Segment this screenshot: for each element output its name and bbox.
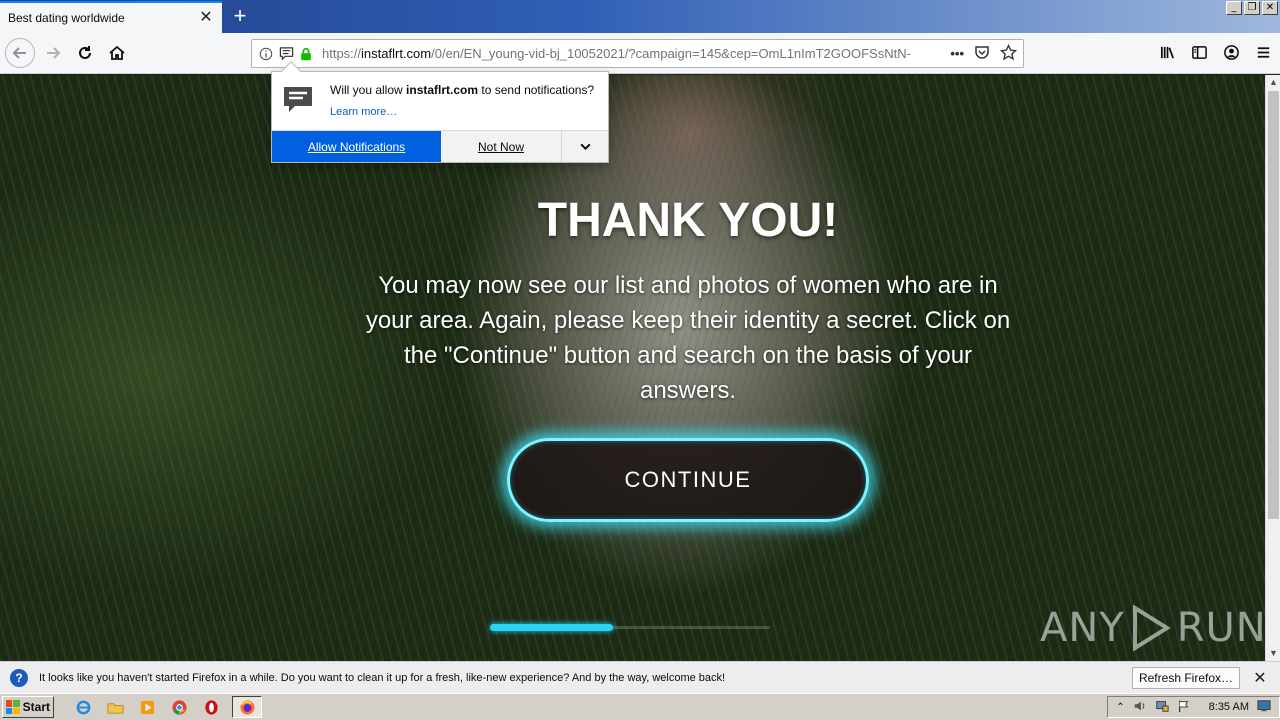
- pocket-icon[interactable]: [974, 44, 990, 63]
- taskbar: Start ⌃ 8:35 AM: [0, 693, 1280, 720]
- page-actions: •••: [950, 43, 1018, 64]
- navigation-toolbar: https://instaflrt.com/0/en/EN_young-vid-…: [0, 33, 1280, 74]
- refresh-firefox-button[interactable]: Refresh Firefox…: [1131, 666, 1240, 689]
- action-center-flag-icon[interactable]: [1177, 699, 1191, 716]
- url-bar[interactable]: https://instaflrt.com/0/en/EN_young-vid-…: [251, 39, 1024, 68]
- back-button[interactable]: [5, 38, 35, 68]
- firefox-taskbar-button[interactable]: [232, 696, 262, 718]
- restore-button[interactable]: ❐: [1244, 1, 1260, 15]
- show-desktop-icon[interactable]: [1257, 699, 1271, 716]
- account-icon[interactable]: [1222, 43, 1240, 61]
- file-explorer-icon[interactable]: [104, 696, 126, 718]
- minimize-button[interactable]: _: [1226, 1, 1242, 15]
- progress-track: [490, 624, 770, 631]
- chevron-down-icon: [579, 143, 591, 151]
- question-icon: ?: [10, 668, 28, 687]
- watermark-text-left: ANY: [1040, 605, 1125, 651]
- clock: 8:35 AM: [1208, 701, 1249, 713]
- notification-permission-popup: Will you allow instaflrt.com to send not…: [271, 61, 609, 163]
- home-icon: [109, 45, 125, 60]
- allow-notifications-button[interactable]: Allow Notifications: [272, 131, 441, 162]
- infobar-message: It looks like you haven't started Firefo…: [39, 671, 726, 684]
- watermark-text-right: RUN: [1176, 605, 1265, 651]
- scroll-down-icon[interactable]: ▼: [1266, 646, 1280, 661]
- notification-permission-icon[interactable]: [278, 46, 294, 62]
- network-icon[interactable]: [1155, 699, 1169, 716]
- show-hidden-icons-icon[interactable]: ⌃: [1116, 702, 1124, 713]
- message-suffix: to send notifications?: [478, 83, 595, 97]
- sidebar-toggle-icon[interactable]: [1190, 43, 1208, 61]
- forward-arrow-icon: [47, 47, 61, 59]
- infobar-close-icon[interactable]: ✕: [1250, 668, 1270, 688]
- vertical-scrollbar[interactable]: ▲ ▼: [1265, 75, 1280, 661]
- chat-bubble-icon: [284, 87, 312, 112]
- home-button[interactable]: [102, 38, 132, 68]
- page-body-text: You may now see our list and photos of w…: [365, 272, 1011, 404]
- toolbar-right: [1158, 43, 1272, 61]
- quick-launch: [72, 696, 262, 718]
- opera-icon[interactable]: [200, 696, 222, 718]
- chrome-icon[interactable]: [168, 696, 190, 718]
- learn-more-link[interactable]: Learn more…: [330, 106, 397, 118]
- tab-strip: Best dating worldwide ✕ + _ ❐ ✕: [0, 0, 1280, 33]
- notification-message: Will you allow instaflrt.com to send not…: [330, 83, 594, 97]
- firefox-icon: [239, 699, 255, 715]
- start-button[interactable]: Start: [2, 696, 54, 718]
- hamburger-menu-icon[interactable]: [1254, 43, 1272, 61]
- progress-fill: [490, 624, 614, 631]
- reload-icon: [79, 46, 91, 59]
- system-tray: ⌃ 8:35 AM: [1107, 696, 1280, 718]
- scroll-up-icon[interactable]: ▲: [1266, 75, 1280, 90]
- more-options-button[interactable]: [561, 131, 608, 162]
- forward-button[interactable]: [38, 38, 68, 68]
- back-arrow-icon: [12, 47, 26, 59]
- continue-button[interactable]: CONTINUE: [507, 438, 869, 522]
- internet-explorer-icon[interactable]: [72, 696, 94, 718]
- windows-logo-icon: [6, 700, 20, 714]
- close-window-button[interactable]: ✕: [1262, 1, 1278, 15]
- info-icon[interactable]: [258, 46, 274, 62]
- tab-close-icon[interactable]: ✕: [198, 10, 214, 26]
- new-tab-button[interactable]: +: [226, 3, 254, 31]
- tab-active[interactable]: Best dating worldwide ✕: [0, 1, 222, 33]
- page-content: THANK YOU! You may now see our list and …: [0, 75, 1265, 661]
- tab-title: Best dating worldwide: [8, 11, 125, 25]
- url-text[interactable]: https://instaflrt.com/0/en/EN_young-vid-…: [322, 46, 942, 61]
- not-now-button[interactable]: Not Now: [441, 131, 561, 162]
- page-headline: THANK YOU!: [537, 194, 839, 247]
- anyrun-watermark: ANY RUN: [1040, 605, 1265, 651]
- notification-buttons: Allow Notifications Not Now: [272, 130, 608, 162]
- volume-icon[interactable]: [1133, 699, 1147, 716]
- media-player-icon[interactable]: [136, 696, 158, 718]
- reload-button[interactable]: [70, 38, 100, 68]
- lock-icon[interactable]: [298, 46, 314, 62]
- bookmark-star-icon[interactable]: [999, 43, 1018, 64]
- play-logo-icon: [1132, 605, 1171, 651]
- url-domain: instaflrt.com: [361, 46, 432, 61]
- url-path: /0/en/EN_young-vid-bj_10052021/?campaign…: [431, 46, 911, 61]
- url-scheme: https://: [322, 46, 362, 61]
- refresh-firefox-notification-bar: ? It looks like you haven't started Fire…: [0, 661, 1280, 693]
- start-label: Start: [22, 700, 50, 714]
- window-controls: _ ❐ ✕: [1226, 1, 1278, 15]
- message-prefix: Will you allow: [330, 83, 407, 97]
- library-icon[interactable]: [1158, 43, 1176, 61]
- message-domain: instaflrt.com: [406, 83, 479, 97]
- scroll-thumb[interactable]: [1268, 91, 1279, 519]
- page-actions-menu-icon[interactable]: •••: [950, 46, 964, 61]
